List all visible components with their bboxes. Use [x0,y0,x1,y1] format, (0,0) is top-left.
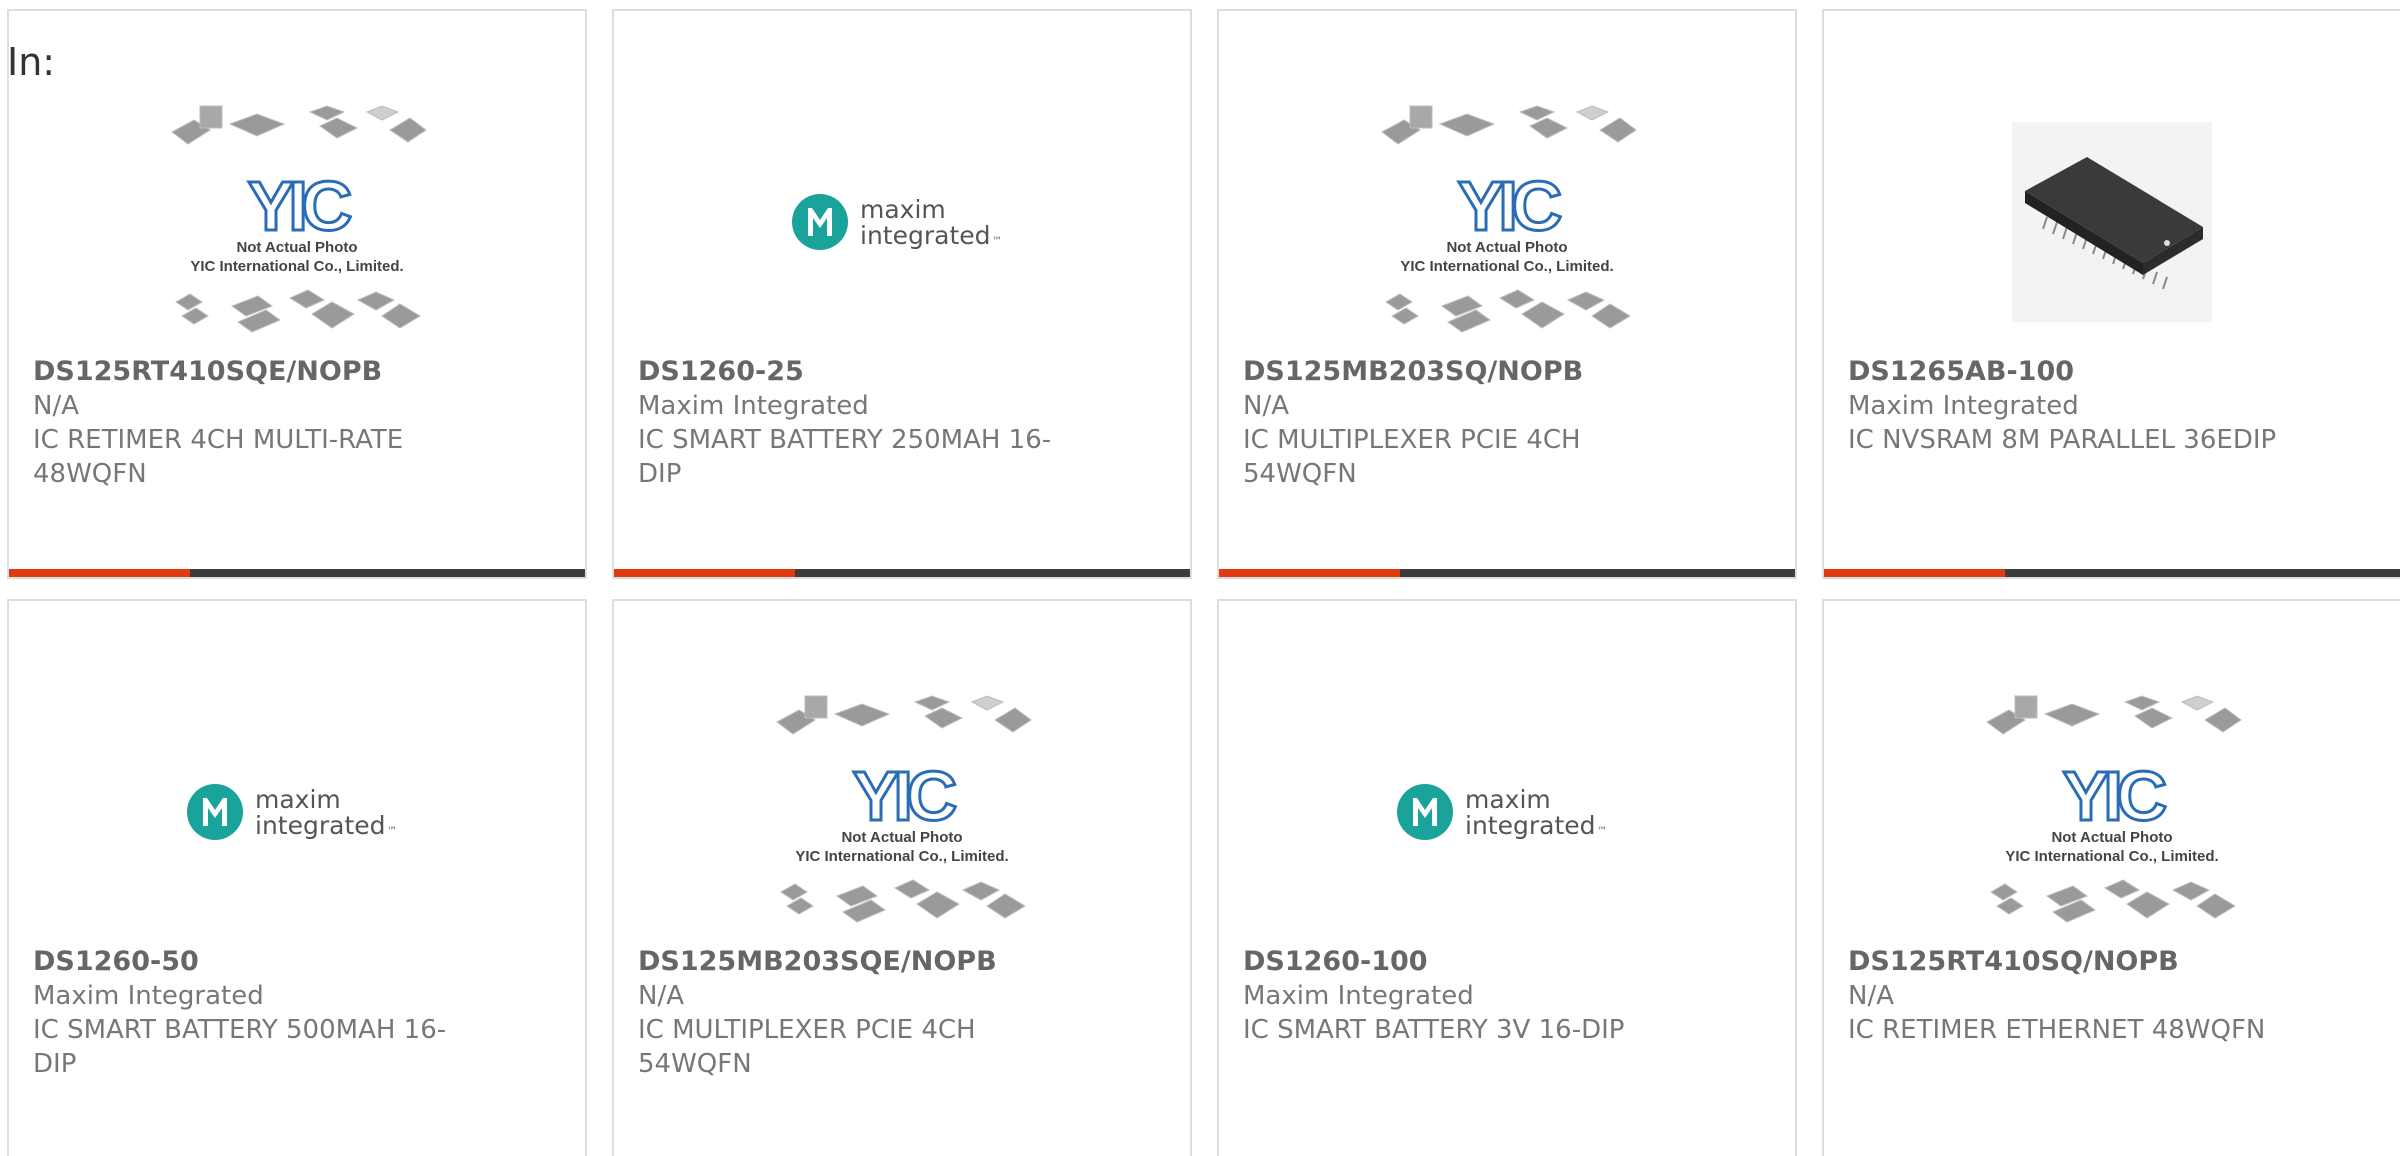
yic-placeholder-image: YIC Not Actual Photo YIC International C… [1986,695,2242,923]
yic-logo-text: YIC [853,757,956,835]
card-bottom-bar [614,569,1190,577]
product-card[interactable]: maxim integrated ™ DS1260-100 Maxim Integ… [1217,599,1797,1156]
description: IC MULTIPLEXER PCIE 4CH 54WQFN [638,1015,976,1079]
part-number-link[interactable]: DS1265AB-100 [1848,355,2278,389]
product-info: DS125RT410SQE/NOPB N/A IC RETIMER 4CH MULT… [33,355,463,491]
manufacturer: Maxim Integrated [638,391,869,421]
card-accent-bar [1219,569,1401,577]
manufacturer: N/A [1243,391,1289,421]
description: IC NVSRAM 8M PARALLEL 36EDIP [1848,425,2277,455]
maxim-logo-text-1: maxim [255,785,341,814]
manufacturer: N/A [33,391,79,421]
part-number-link[interactable]: DS125RT410SQ/NOPB [1848,945,2278,979]
product-image[interactable]: maxim integrated ™ [9,687,585,937]
product-card[interactable]: YIC Not Actual Photo YIC International C… [7,9,587,579]
yic-placeholder-image: YIC Not Actual Photo YIC International C… [171,105,427,333]
maxim-logo-text-2: integrated [1465,811,1596,840]
product-info: DS125RT410SQ/NOPB N/A IC RETIMER ETHERNET … [1848,945,2278,1047]
card-accent-bar [614,569,796,577]
maxim-logo-tm: ™ [1597,826,1607,837]
product-image[interactable]: YIC Not Actual Photo YIC International C… [614,687,1190,937]
product-card[interactable]: YIC Not Actual Photo YIC International C… [612,599,1192,1156]
placeholder-text-2: YIC International Co., Limited. [2005,848,2218,865]
manufacturer: N/A [1848,981,1894,1011]
product-info: DS125MB203SQ/NOPB N/A IC MULTIPLEXER PCIE … [1243,355,1673,491]
product-image[interactable]: YIC Not Actual Photo YIC International C… [9,97,585,347]
maxim-logo-tm: ™ [992,236,1002,247]
part-number-link[interactable]: DS1260-50 [33,945,463,979]
in-label: In: [7,40,56,84]
maxim-integrated-logo: maxim integrated ™ [792,194,1002,250]
product-image[interactable]: maxim integrated ™ [614,97,1190,347]
maxim-logo-text-2: integrated [255,811,386,840]
manufacturer: Maxim Integrated [33,981,264,1011]
card-bottom-bar [1824,569,2400,577]
yic-logo-text: YIC [248,167,351,245]
maxim-integrated-logo: maxim integrated ™ [187,784,397,840]
product-card[interactable]: DS1265AB-100 Maxim Integrated IC NVSRAM 8M… [1822,9,2400,579]
description: IC SMART BATTERY 250MAH 16-DIP [638,425,1052,489]
product-card[interactable]: YIC Not Actual Photo YIC International C… [1822,599,2400,1156]
card-accent-bar [9,569,191,577]
product-card[interactable]: maxim integrated ™ DS1260-25 Maxim Integr… [612,9,1192,579]
part-number-link[interactable]: DS1260-100 [1243,945,1673,979]
product-info: DS1260-100 Maxim Integrated IC SMART BATTE… [1243,945,1673,1047]
maxim-logo-text-1: maxim [860,195,946,224]
placeholder-text-1: Not Actual Photo [2051,829,2172,846]
part-number-link[interactable]: DS125MB203SQE/NOPB [638,945,1068,979]
maxim-logo-text-1: maxim [1465,785,1551,814]
product-card[interactable]: YIC Not Actual Photo YIC International C… [1217,9,1797,579]
product-image[interactable]: YIC Not Actual Photo YIC International C… [1219,97,1795,347]
product-image[interactable] [1824,97,2400,347]
card-accent-bar [1824,569,2006,577]
placeholder-text-2: YIC International Co., Limited. [1400,258,1613,275]
card-bottom-bar [1219,569,1795,577]
yic-logo-text: YIC [1458,167,1561,245]
description: IC SMART BATTERY 500MAH 16-DIP [33,1015,447,1079]
part-number-link[interactable]: DS1260-25 [638,355,1068,389]
manufacturer: Maxim Integrated [1848,391,2079,421]
manufacturer: Maxim Integrated [1243,981,1474,1011]
maxim-integrated-logo: maxim integrated ™ [1397,784,1607,840]
part-number-link[interactable]: DS125MB203SQ/NOPB [1243,355,1673,389]
product-info: DS125MB203SQE/NOPB N/A IC MULTIPLEXER PCIE… [638,945,1068,1081]
product-card[interactable]: maxim integrated ™ DS1260-50 Maxim Integr… [7,599,587,1156]
maxim-logo-text-2: integrated [860,221,991,250]
product-info: DS1260-25 Maxim Integrated IC SMART BATTER… [638,355,1068,491]
product-image[interactable]: maxim integrated ™ [1219,687,1795,937]
description: IC MULTIPLEXER PCIE 4CH 54WQFN [1243,425,1581,489]
product-image[interactable]: YIC Not Actual Photo YIC International C… [1824,687,2400,937]
description: IC RETIMER 4CH MULTI-RATE 48WQFN [33,425,404,489]
chip-photo [2012,122,2212,322]
description: IC SMART BATTERY 3V 16-DIP [1243,1015,1625,1045]
placeholder-text-2: YIC International Co., Limited. [795,848,1008,865]
card-bottom-bar [9,569,585,577]
yic-logo-text: YIC [2063,757,2166,835]
placeholder-text-1: Not Actual Photo [1446,239,1567,256]
maxim-logo-tm: ™ [387,826,397,837]
description: IC RETIMER ETHERNET 48WQFN [1848,1015,2266,1045]
part-number-link[interactable]: DS125RT410SQE/NOPB [33,355,463,389]
yic-placeholder-image: YIC Not Actual Photo YIC International C… [776,695,1032,923]
placeholder-text-2: YIC International Co., Limited. [190,258,403,275]
placeholder-text-1: Not Actual Photo [236,239,357,256]
product-grid-page: In: YIC Not Actual Photo YIC Internation… [0,0,2400,1156]
manufacturer: N/A [638,981,684,1011]
product-info: DS1260-50 Maxim Integrated IC SMART BATTER… [33,945,463,1081]
placeholder-text-1: Not Actual Photo [841,829,962,846]
yic-placeholder-image: YIC Not Actual Photo YIC International C… [1381,105,1637,333]
product-info: DS1265AB-100 Maxim Integrated IC NVSRAM 8M… [1848,355,2278,457]
